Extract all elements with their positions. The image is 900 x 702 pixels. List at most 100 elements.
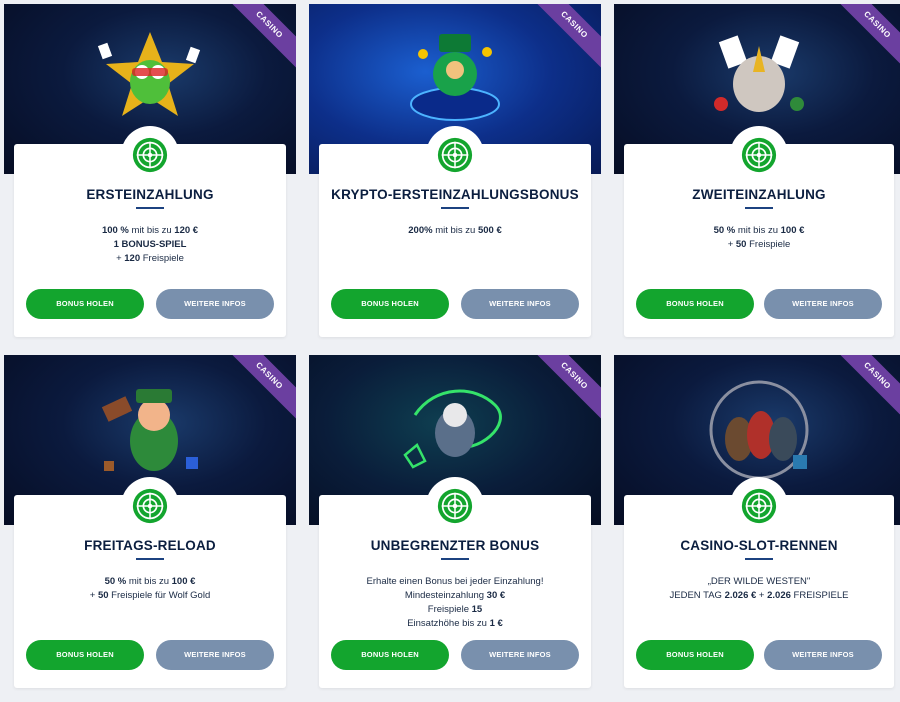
bonus-card: CASINO FREITAGS-RELOAD 50 % mit bis zu 1…: [4, 355, 296, 698]
claim-bonus-button[interactable]: BONUS HOLEN: [636, 640, 754, 670]
description-line: Einsatzhöhe bis zu 1 €: [325, 617, 585, 631]
bonus-card: CASINO UNBEGRENZTER BONUS Erhalte einen …: [309, 355, 601, 698]
card-title: ERSTEINZAHLUNG: [86, 187, 214, 202]
description-line: 50 % mit bis zu 100 €: [630, 224, 888, 238]
leprechaun-crypto-character-icon: [410, 34, 500, 121]
description-text: Erhalte einen Bonus bei jeder Einzahlung…: [366, 576, 544, 587]
description-text: FREISPIELE: [790, 590, 849, 601]
description-text: 1 BONUS-SPIEL: [113, 239, 187, 250]
description-text: Freispiele: [746, 239, 791, 250]
title-divider: [745, 558, 773, 560]
card-description: „DER WILDE WESTEN" JEDEN TAG 2.026 € + 2.…: [630, 575, 888, 603]
description-text: 50 %: [713, 225, 736, 236]
description-text: 15: [471, 604, 483, 615]
description-line: „DER WILDE WESTEN": [630, 575, 888, 589]
card-title: CASINO-SLOT-RENNEN: [680, 538, 838, 553]
card-description: 50 % mit bis zu 100 € + 50 Freispiele für…: [20, 575, 280, 603]
roulette-icon: [730, 126, 788, 184]
description-text: Mindesteinzahlung: [404, 590, 487, 601]
more-info-button[interactable]: WEITERE INFOS: [764, 640, 882, 670]
more-info-button[interactable]: WEITERE INFOS: [156, 289, 274, 319]
frog-slot-character-icon: [97, 32, 201, 116]
wild-west-characters-icon: [709, 380, 809, 480]
description-text: 2.026 €: [724, 590, 757, 601]
bonus-grid: CASINO ERSTEINZAHLUNG 100 % mit bis zu 1…: [0, 0, 900, 702]
roulette-icon: [426, 126, 484, 184]
description-text: 120: [124, 253, 141, 264]
roulette-icon: [730, 477, 788, 535]
description-text: mit bis zu: [131, 225, 175, 236]
wizard-neon-character-icon: [403, 389, 502, 469]
description-text: mit bis zu: [735, 225, 781, 236]
description-line: 100 % mit bis zu 120 €: [20, 224, 280, 238]
description-text: Freispiele: [140, 253, 184, 264]
description-line: 200% mit bis zu 500 €: [325, 224, 585, 238]
description-text: 50: [735, 239, 747, 250]
description-text: 30 €: [486, 590, 506, 601]
description-text: 500 €: [477, 225, 502, 236]
card-title: KRYPTO-ERSTEINZAHLUNGSBONUS: [331, 187, 579, 202]
description-text: JEDEN TAG: [669, 590, 725, 601]
description-line: Freispiele 15: [325, 603, 585, 617]
claim-bonus-button[interactable]: BONUS HOLEN: [26, 289, 144, 319]
claim-bonus-button[interactable]: BONUS HOLEN: [26, 640, 144, 670]
description-line: Mindesteinzahlung 30 €: [325, 589, 585, 603]
title-divider: [745, 207, 773, 209]
bonus-card: CASINO CASINO-SLOT-RENNEN „DER WILDE WES…: [614, 355, 900, 698]
roulette-icon: [426, 477, 484, 535]
title-divider: [441, 207, 469, 209]
casino-ribbon: CASINO: [222, 4, 296, 72]
card-title: UNBEGRENZTER BONUS: [370, 538, 540, 553]
description-text: Freispiele für Wolf Gold: [108, 590, 211, 601]
description-line: + 50 Freispiele für Wolf Gold: [20, 589, 280, 603]
description-text: 200%: [408, 225, 433, 236]
claim-bonus-button[interactable]: BONUS HOLEN: [331, 289, 449, 319]
casino-ribbon: CASINO: [222, 355, 296, 423]
casino-ribbon: CASINO: [830, 355, 900, 423]
card-title: FREITAGS-RELOAD: [84, 538, 216, 553]
more-info-button[interactable]: WEITERE INFOS: [461, 640, 579, 670]
description-text: +: [727, 239, 736, 250]
description-text: 50: [97, 590, 109, 601]
description-text: 120 €: [174, 225, 199, 236]
description-text: „DER WILDE WESTEN": [707, 576, 811, 587]
description-line: 50 % mit bis zu 100 €: [20, 575, 280, 589]
card-description: 50 % mit bis zu 100 € + 50 Freispiele: [630, 224, 888, 252]
description-line: Erhalte einen Bonus bei jeder Einzahlung…: [325, 575, 585, 589]
description-text: mit bis zu: [126, 576, 172, 587]
leprechaun-hammer-character-icon: [101, 389, 198, 471]
description-text: Freispiele: [427, 604, 472, 615]
title-divider: [136, 558, 164, 560]
description-text: 1 €: [489, 618, 503, 629]
card-description: Erhalte einen Bonus bei jeder Einzahlung…: [325, 575, 585, 631]
more-info-button[interactable]: WEITERE INFOS: [156, 640, 274, 670]
more-info-button[interactable]: WEITERE INFOS: [461, 289, 579, 319]
description-text: 100 €: [780, 225, 805, 236]
title-divider: [136, 207, 164, 209]
claim-bonus-button[interactable]: BONUS HOLEN: [636, 289, 754, 319]
casino-ribbon: CASINO: [527, 4, 601, 72]
description-text: 100 €: [171, 576, 196, 587]
description-text: mit bis zu: [432, 225, 478, 236]
description-text: 50 %: [104, 576, 127, 587]
description-text: Einsatzhöhe bis zu: [407, 618, 490, 629]
bonus-card: CASINO KRYPTO-ERSTEINZAHLUNGSBONUS 200% …: [309, 4, 601, 347]
description-text: 2.026: [767, 590, 791, 601]
description-line: JEDEN TAG 2.026 € + 2.026 FREISPIELE: [630, 589, 888, 603]
bonus-card: CASINO ERSTEINZAHLUNG 100 % mit bis zu 1…: [4, 4, 296, 347]
description-text: +: [89, 590, 98, 601]
description-text: 100 %: [101, 225, 132, 236]
card-description: 100 % mit bis zu 120 €1 BONUS-SPIEL + 120…: [20, 224, 280, 266]
roulette-icon: [121, 477, 179, 535]
title-divider: [441, 558, 469, 560]
description-line: 1 BONUS-SPIEL: [20, 238, 280, 252]
description-text: +: [756, 590, 768, 601]
more-info-button[interactable]: WEITERE INFOS: [764, 289, 882, 319]
claim-bonus-button[interactable]: BONUS HOLEN: [331, 640, 449, 670]
bonus-card: CASINO ZWEITEINZAHLUNG 50 % mit bis zu 1…: [614, 4, 900, 347]
roulette-icon: [121, 126, 179, 184]
rhino-cards-character-icon: [714, 35, 804, 112]
card-title: ZWEITEINZAHLUNG: [692, 187, 826, 202]
description-line: + 50 Freispiele: [630, 238, 888, 252]
card-description: 200% mit bis zu 500 €: [325, 224, 585, 238]
